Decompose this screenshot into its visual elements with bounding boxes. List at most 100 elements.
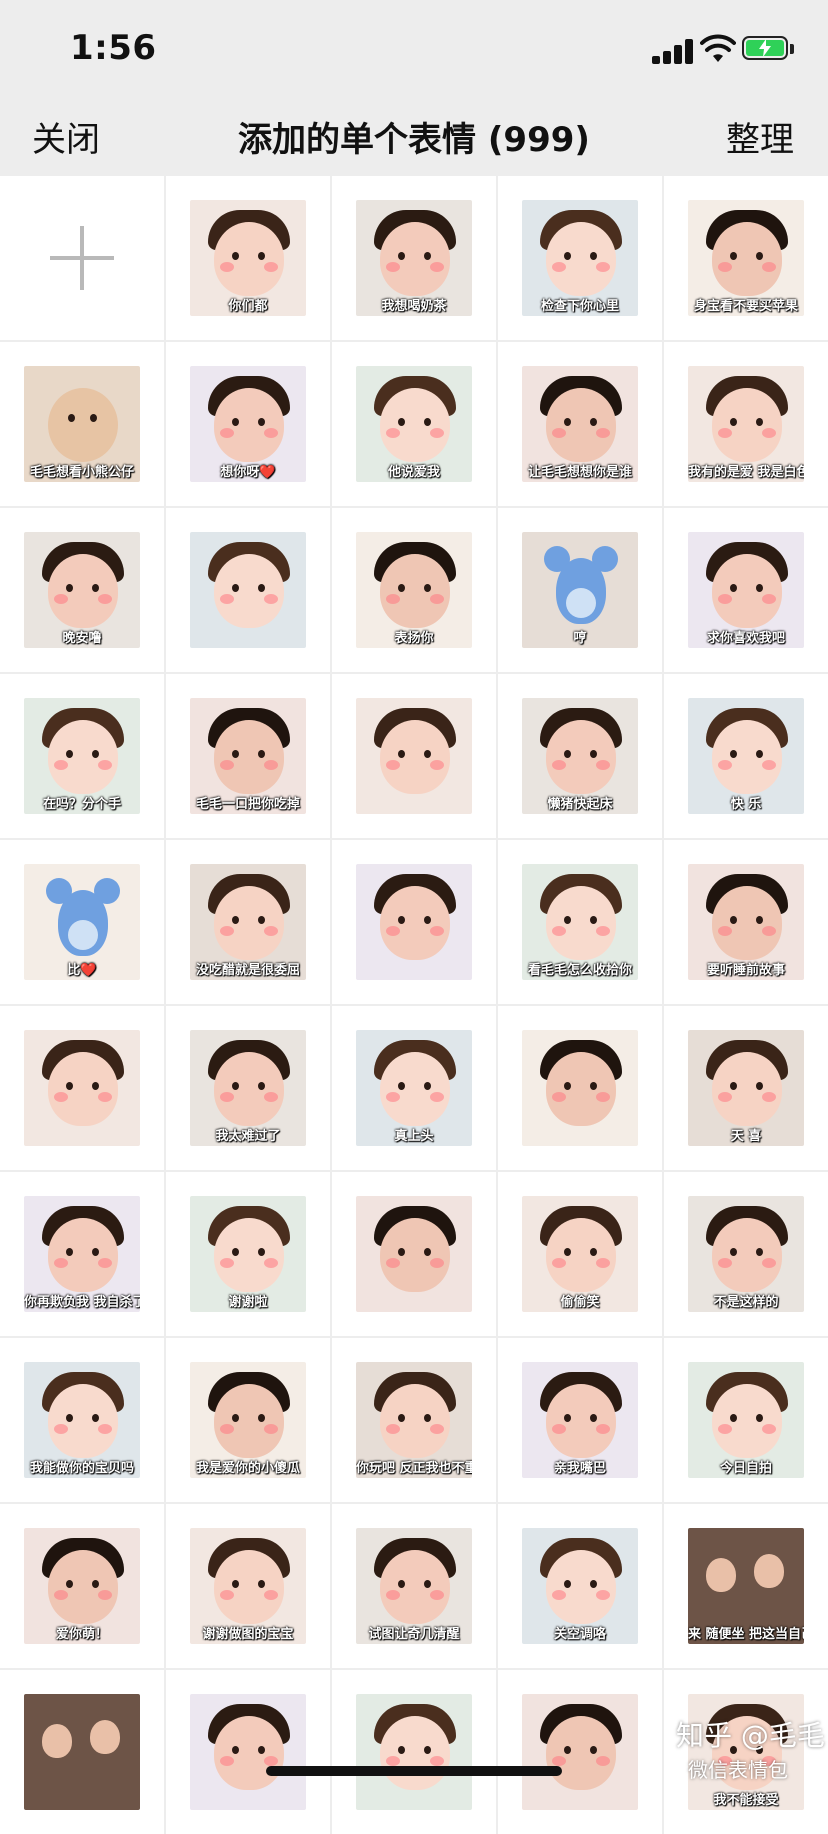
sticker-cell[interactable]: 谢谢做图的宝宝	[166, 1504, 330, 1668]
sticker-cell[interactable]	[166, 1670, 330, 1834]
sticker-cell[interactable]: 他说爱我	[332, 342, 496, 506]
sticker-image: 毛毛一口把你吃掉	[190, 698, 306, 814]
sticker-caption: 你玩吧 反正我也不重要	[356, 1461, 472, 1476]
sticker-cell[interactable]: 哼	[498, 508, 662, 672]
sticker-image	[522, 1694, 638, 1810]
sticker-cell[interactable]: 你们都	[166, 176, 330, 340]
sticker-cell[interactable]: 爱你萌！	[0, 1504, 164, 1668]
sticker-image: 身宝看不要买苹果	[688, 200, 804, 316]
sticker-cell[interactable]: 我能做你的宝贝吗	[0, 1338, 164, 1502]
sticker-cell[interactable]: 晚安噜	[0, 508, 164, 672]
sticker-image: 求你喜欢我吧	[688, 532, 804, 648]
sticker-caption: 我太难过了	[215, 1129, 281, 1144]
sticker-cell[interactable]: 身宝看不要买苹果	[664, 176, 828, 340]
sticker-image: 晚安噜	[24, 532, 140, 648]
close-button[interactable]: 关闭	[32, 112, 100, 161]
sticker-caption: 天 喜	[730, 1129, 762, 1144]
plus-icon	[50, 226, 114, 290]
sticker-image: 比❤️	[24, 864, 140, 980]
sticker-cell[interactable]: 检查下你心里	[498, 176, 662, 340]
sticker-caption: 快 乐	[730, 797, 762, 812]
sticker-caption: 谢谢做图的宝宝	[202, 1627, 294, 1642]
sticker-cell[interactable]: 表扬你	[332, 508, 496, 672]
sticker-cell[interactable]: 快 乐	[664, 674, 828, 838]
sticker-cell[interactable]: 关空调咯	[498, 1504, 662, 1668]
sticker-cell[interactable]: 你玩吧 反正我也不重要	[332, 1338, 496, 1502]
sticker-cell[interactable]: 来 随便坐 把这当自己家	[664, 1504, 828, 1668]
sticker-image: 偷偷笑	[522, 1196, 638, 1312]
sticker-cell[interactable]: 不是这样的	[664, 1172, 828, 1336]
sticker-caption: 身宝看不要买苹果	[693, 299, 798, 314]
organize-button[interactable]: 整理	[726, 112, 794, 161]
sticker-cell[interactable]: 谢谢啦	[166, 1172, 330, 1336]
sticker-cell[interactable]: 让毛毛想想你是谁	[498, 342, 662, 506]
sticker-caption: 检查下你心里	[540, 299, 619, 314]
sticker-cell[interactable]	[0, 1670, 164, 1834]
add-sticker-button[interactable]	[0, 176, 164, 340]
sticker-cell[interactable]: 求你喜欢我吧	[664, 508, 828, 672]
sticker-caption: 爱你萌！	[55, 1627, 108, 1642]
sticker-image	[356, 864, 472, 980]
sticker-image: 今日自拍	[688, 1362, 804, 1478]
sticker-caption: 我想喝奶茶	[381, 299, 447, 314]
sticker-image	[356, 698, 472, 814]
sticker-cell[interactable]	[332, 840, 496, 1004]
sticker-image: 不是这样的	[688, 1196, 804, 1312]
sticker-image: 看毛毛怎么收拾你	[522, 864, 638, 980]
sticker-cell[interactable]: 我太难过了	[166, 1006, 330, 1170]
sticker-cell[interactable]	[332, 1172, 496, 1336]
sticker-cell[interactable]: 比❤️	[0, 840, 164, 1004]
sticker-caption: 今日自拍	[719, 1461, 772, 1476]
battery-charging-icon	[742, 36, 796, 62]
sticker-cell[interactable]	[0, 1006, 164, 1170]
sticker-cell[interactable]: 我想喝奶茶	[332, 176, 496, 340]
sticker-cell[interactable]	[166, 508, 330, 672]
sticker-cell[interactable]: 真上头	[332, 1006, 496, 1170]
sticker-caption: 要听睡前故事	[706, 963, 785, 978]
sticker-image: 你们都	[190, 200, 306, 316]
sticker-cell[interactable]: 要听睡前故事	[664, 840, 828, 1004]
sticker-cell[interactable]: 我有的是爱 我是白色大海	[664, 342, 828, 506]
sticker-image: 来 随便坐 把这当自己家	[688, 1528, 804, 1644]
sticker-caption: 表扬你	[394, 631, 434, 646]
sticker-cell[interactable]	[332, 674, 496, 838]
sticker-image: 我太难过了	[190, 1030, 306, 1146]
sticker-cell[interactable]	[332, 1670, 496, 1834]
sticker-image	[190, 532, 306, 648]
sticker-cell[interactable]	[498, 1006, 662, 1170]
sticker-cell[interactable]	[498, 1670, 662, 1834]
sticker-cell[interactable]: 想你呀❤️	[166, 342, 330, 506]
sticker-cell[interactable]: 天 喜	[664, 1006, 828, 1170]
home-indicator	[266, 1766, 562, 1776]
sticker-image	[24, 1694, 140, 1810]
sticker-cell[interactable]: 懒猪快起床	[498, 674, 662, 838]
sticker-image	[356, 1196, 472, 1312]
sticker-cell[interactable]: 毛毛一口把你吃掉	[166, 674, 330, 838]
sticker-image: 试图让奇几清醒	[356, 1528, 472, 1644]
sticker-caption: 想你呀❤️	[220, 465, 276, 480]
sticker-cell[interactable]: 今日自拍	[664, 1338, 828, 1502]
sticker-cell[interactable]: 亲我嘴巴	[498, 1338, 662, 1502]
sticker-cell[interactable]: 毛毛想看小熊公仔	[0, 342, 164, 506]
sticker-cell[interactable]: 在吗？分个手	[0, 674, 164, 838]
sticker-caption: 来 随便坐 把这当自己家	[688, 1627, 804, 1642]
sticker-image: 毛毛想看小熊公仔	[24, 366, 140, 482]
sticker-cell[interactable]: 偷偷笑	[498, 1172, 662, 1336]
sticker-cell[interactable]: 看毛毛怎么收拾你	[498, 840, 662, 1004]
sticker-cell[interactable]: 试图让奇几清醒	[332, 1504, 496, 1668]
sticker-caption: 看毛毛怎么收拾你	[527, 963, 632, 978]
sticker-cell[interactable]: 没吃醋就是很委屈	[166, 840, 330, 1004]
sticker-image: 我想喝奶茶	[356, 200, 472, 316]
sticker-caption: 偷偷笑	[560, 1295, 600, 1310]
sticker-image: 你玩吧 反正我也不重要	[356, 1362, 472, 1478]
sticker-caption: 比❤️	[67, 963, 97, 978]
sticker-caption: 毛毛想看小熊公仔	[29, 465, 134, 480]
sticker-cell[interactable]: 我是爱你的小傻瓜	[166, 1338, 330, 1502]
sticker-image: 我是爱你的小傻瓜	[190, 1362, 306, 1478]
sticker-caption: 我是爱你的小傻瓜	[195, 1461, 300, 1476]
sticker-cell[interactable]: 你再欺负我 我自杀了	[0, 1172, 164, 1336]
status-bar: 1:56	[0, 0, 828, 100]
sticker-image: 他说爱我	[356, 366, 472, 482]
sticker-image: 在吗？分个手	[24, 698, 140, 814]
sticker-caption: 不是这样的	[713, 1295, 779, 1310]
